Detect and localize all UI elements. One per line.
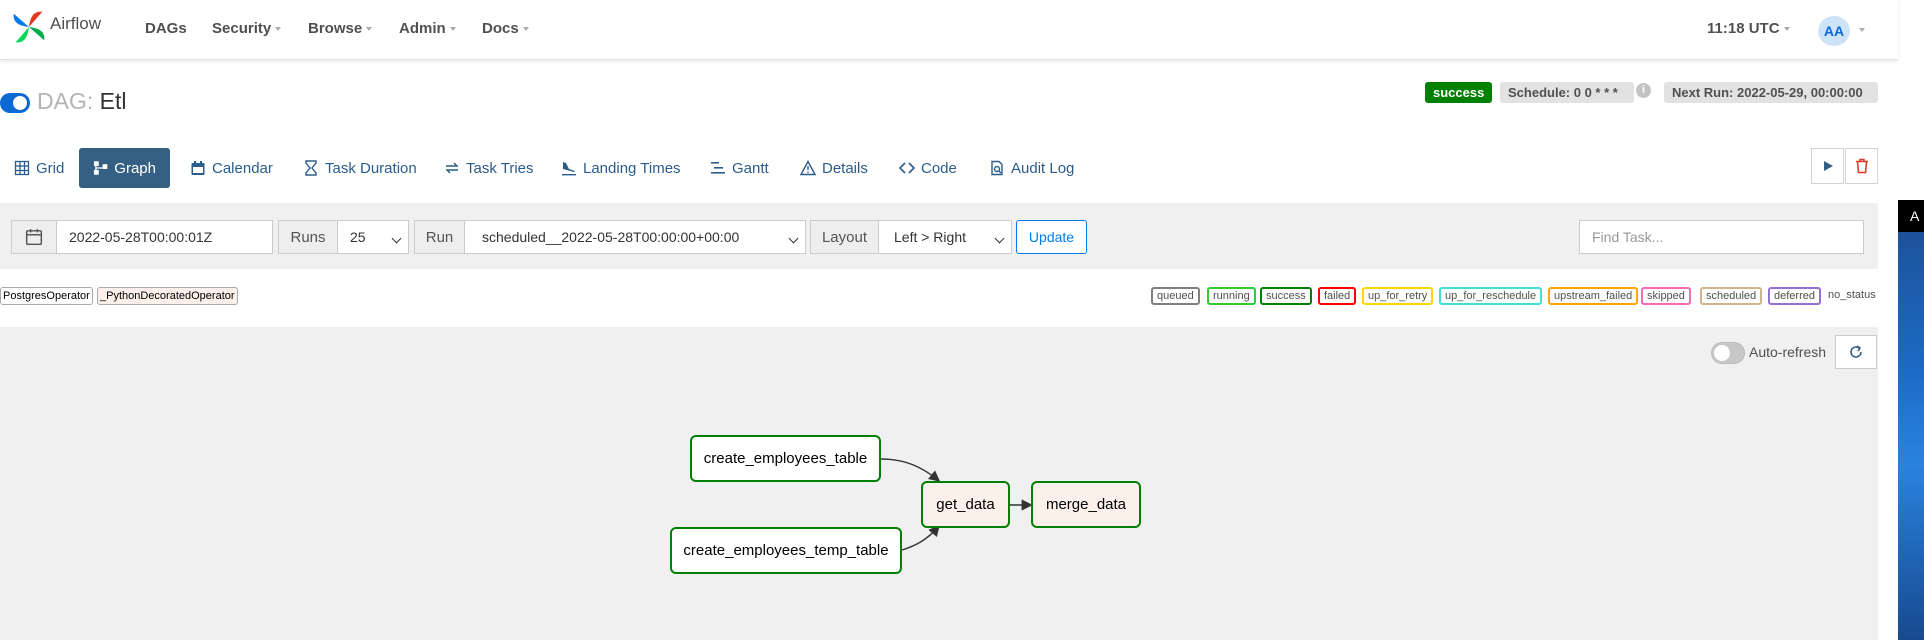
refresh-icon [1850,345,1862,358]
nav-docs[interactable]: Docs [482,20,529,37]
top-navbar: Airflow DAGs Security Browse Admin Docs … [0,0,1898,60]
runs-select-value: 25 [350,229,366,245]
task-node-merge-data[interactable]: merge_data [1031,481,1141,528]
nav-browse[interactable]: Browse [308,20,373,37]
schedule-badge: Schedule: 0 0 * * * [1500,82,1634,103]
state-legend-up-for-reschedule[interactable]: up_for_reschedule [1439,287,1543,305]
update-button[interactable]: Update [1016,220,1087,254]
warning-triangle-icon [800,160,816,176]
operator-legend-postgres[interactable]: PostgresOperator [0,287,93,305]
play-icon [1823,161,1833,171]
status-badge: success [1425,82,1493,103]
chevron-down-icon [449,27,456,32]
tab-task-tries[interactable]: Task Tries [430,148,548,188]
tab-details[interactable]: Details [786,148,882,188]
run-select[interactable]: scheduled__2022-05-28T00:00:00+00:00 [464,220,806,254]
chevron-down-icon [1783,27,1790,32]
graph-canvas[interactable]: Auto-refresh create_employees_table crea… [0,327,1878,640]
background-window-label: A [1898,200,1924,232]
state-legend-success[interactable]: success [1260,287,1312,305]
chevron-down-icon [366,27,373,32]
nav-admin[interactable]: Admin [399,20,456,37]
tab-audit-log[interactable]: Audit Log [975,148,1088,188]
base-date-input[interactable]: 2022-05-28T00:00:01Z [56,220,273,254]
grid-icon [14,160,30,176]
dag-prefix: DAG: [37,88,94,114]
tab-code[interactable]: Code [885,148,971,188]
hourglass-icon [305,160,317,176]
dag-pause-toggle[interactable] [0,93,30,113]
chevron-down-icon [788,233,799,244]
state-legend-scheduled[interactable]: scheduled [1700,287,1763,305]
nav-dags[interactable]: DAGs [145,20,187,37]
task-node-get-data[interactable]: get_data [921,481,1010,528]
state-legend-queued[interactable]: queued [1151,287,1200,305]
state-legend-upstream-failed[interactable]: upstream_failed [1548,287,1639,305]
date-picker-button[interactable] [11,220,57,254]
refresh-button[interactable] [1835,335,1877,369]
next-run-badge: Next Run: 2022-05-29, 00:00:00 [1664,82,1878,103]
user-avatar[interactable]: AA [1818,16,1850,46]
filter-bar: 2022-05-28T00:00:01Z Runs 25 Run schedul… [0,203,1878,269]
delete-dag-button[interactable] [1845,148,1878,184]
chevron-down-icon [391,233,402,244]
timezone-menu[interactable]: 11:18 UTC [1707,20,1790,37]
tab-landing-times[interactable]: Landing Times [547,148,695,188]
runs-label: Runs [278,220,338,254]
trash-icon [1855,158,1868,174]
edge-create-employees-temp-table-to-get-data [901,524,940,551]
chevron-down-icon [994,233,1005,244]
background-window-edge [1898,200,1924,640]
state-legend-failed[interactable]: failed [1318,287,1357,305]
trigger-dag-button[interactable] [1811,148,1844,184]
chevron-down-icon [275,27,282,32]
retry-icon [445,162,459,174]
operator-legend-python[interactable]: _PythonDecoratedOperator [97,287,238,305]
layout-select[interactable]: Left > Right [878,220,1012,254]
run-label: Run [414,220,465,254]
graph-icon [93,161,108,175]
brand-name: Airflow [50,14,102,33]
state-legend-deferred[interactable]: deferred [1768,287,1821,305]
state-legend-no-status[interactable]: no_status [1828,289,1876,301]
audit-log-icon [991,160,1003,176]
state-legend-running[interactable]: running [1207,287,1256,305]
task-node-create-employees-temp-table[interactable]: create_employees_temp_table [670,527,902,574]
layout-select-value: Left > Right [894,229,966,245]
state-legend-skipped[interactable]: skipped [1641,287,1691,305]
page-title: DAG: Etl [37,88,126,115]
runs-select[interactable]: 25 [337,220,409,254]
dag-name: Etl [99,88,127,114]
info-icon[interactable]: i [1636,83,1651,98]
tab-gantt[interactable]: Gantt [696,148,783,188]
auto-refresh-toggle[interactable] [1711,342,1745,364]
tab-grid[interactable]: Grid [0,148,78,188]
calendar-icon [25,229,43,246]
chevron-down-icon [522,27,529,32]
tab-graph[interactable]: Graph [79,148,170,188]
find-task-input[interactable]: Find Task... [1579,220,1864,254]
gantt-icon [711,162,725,174]
auto-refresh-label: Auto-refresh [1749,344,1827,360]
tab-calendar[interactable]: Calendar [176,148,287,188]
airflow-logo-icon [13,11,45,43]
chevron-down-icon[interactable] [1859,28,1865,32]
state-legend-up-for-retry[interactable]: up_for_retry [1362,287,1434,305]
nav-security[interactable]: Security [212,20,282,37]
tab-task-duration[interactable]: Task Duration [289,148,431,188]
calendar-icon [191,161,205,175]
task-node-create-employees-table[interactable]: create_employees_table [690,435,881,482]
code-icon [899,162,915,174]
layout-label: Layout [810,220,879,254]
run-select-value: scheduled__2022-05-28T00:00:00+00:00 [482,229,740,245]
edge-create-employees-table-to-get-data [880,458,941,482]
plane-landing-icon [562,162,576,176]
airflow-home-link[interactable]: Airflow [10,8,101,46]
